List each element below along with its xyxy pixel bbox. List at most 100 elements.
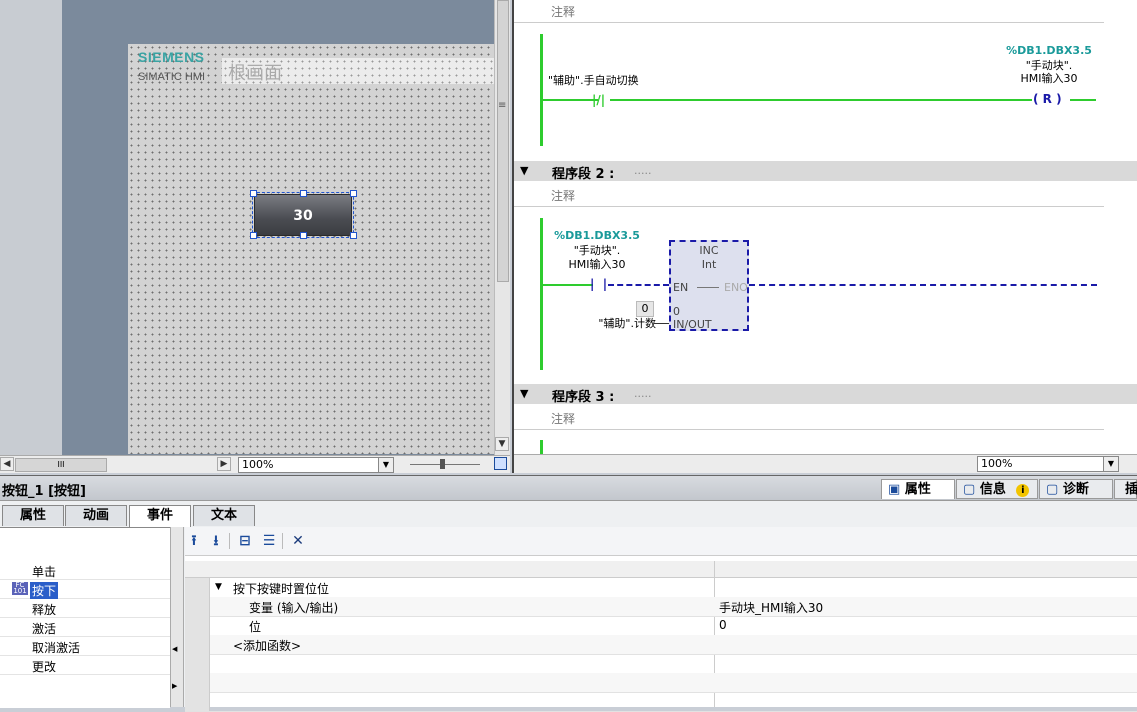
function-table-header [185, 561, 1137, 578]
event-deactivate[interactable]: 取消激活 [0, 637, 170, 656]
chevron-down-icon[interactable]: ▼ [1103, 457, 1118, 471]
zoom-slider-thumb[interactable] [440, 459, 445, 469]
fit-screen-icon[interactable] [494, 457, 507, 470]
function-param-row[interactable]: 变量 (输入/输出) 手动块_HMI输入30 [185, 597, 1137, 617]
wire [749, 284, 1097, 286]
no-contact[interactable]: | | [590, 277, 607, 291]
resize-handle-tl[interactable] [250, 190, 257, 197]
network2-comment[interactable]: 注释 [514, 184, 1104, 207]
resize-handle-b[interactable] [300, 232, 307, 239]
toolbar-separator [229, 533, 230, 549]
scroll-down-icon[interactable]: ▼ [495, 437, 509, 451]
add-function-row[interactable]: <添加函数> [185, 635, 1137, 655]
wire [543, 99, 598, 101]
tab-more[interactable]: 插 [1114, 479, 1137, 499]
segment2-dots: ..... [634, 164, 652, 177]
network1-comment[interactable]: 注释 [514, 0, 1104, 23]
segment2-title: 程序段 2 : [552, 167, 615, 182]
event-label: 释放 [32, 603, 57, 617]
row-gutter [185, 635, 210, 654]
resize-handle-tr[interactable] [350, 190, 357, 197]
empty-row [185, 673, 1137, 693]
event-activate[interactable]: 激活 [0, 618, 170, 637]
operand-tag[interactable]: "辅助".计数 [584, 317, 656, 330]
inout-pin: IN/OUT [673, 318, 712, 331]
operand-value: 0 [636, 301, 654, 317]
segment3-header[interactable]: ▼ 程序段 3 : ..... [514, 384, 1137, 405]
event-label: 取消激活 [32, 641, 81, 655]
function-row[interactable]: ▼ 按下按键时置位位 [185, 578, 1137, 598]
chevron-right-icon[interactable]: ▶ [172, 682, 177, 690]
chevron-left-icon[interactable]: ◀ [172, 645, 177, 653]
add-function[interactable]: <添加函数> [233, 637, 301, 654]
wire [610, 99, 1032, 101]
param-value[interactable]: 0 [719, 618, 727, 632]
inout-value: 0 [673, 305, 680, 318]
zoom-slider-track[interactable] [410, 464, 480, 465]
tab-info[interactable]: ▢ 信息 i [956, 479, 1038, 499]
function-list-icon[interactable]: ☰ [260, 532, 278, 550]
hmi-screen-header: SIEMENS SIMATIC HMI 根画面 [128, 44, 494, 84]
nc-contact[interactable]: |/| [592, 93, 605, 107]
event-click[interactable]: 单击 [0, 561, 170, 580]
hmi-button-1[interactable]: 30 [254, 194, 352, 236]
grip-icon: ≡ [498, 100, 507, 111]
row-gutter [185, 692, 210, 711]
empty-row [185, 692, 1137, 712]
event-change[interactable]: 更改 [0, 656, 170, 675]
param-value[interactable]: 手动块_HMI输入30 [719, 599, 823, 616]
delete-icon[interactable]: ✕ [289, 532, 307, 550]
tab-animation[interactable]: 动画 [65, 505, 127, 526]
tab-events[interactable]: 事件 [129, 505, 191, 527]
wire [543, 284, 593, 286]
insert-function-icon[interactable]: ⊟ [236, 532, 254, 550]
box-type[interactable]: Int [671, 258, 747, 271]
row-gutter [185, 673, 210, 692]
screen-title-field[interactable]: 根画面 [222, 58, 494, 84]
event-list: 单击 FC 101 按下 释放 激活 取消激活 更改 [0, 527, 170, 708]
info-badge-icon: i [1016, 484, 1030, 497]
resize-handle-t[interactable] [300, 190, 307, 197]
comment-label: 注释 [551, 412, 576, 426]
inc-instruction-box[interactable]: INC Int EN ENO 0 IN/OUT [669, 240, 749, 331]
collapse-caret-icon[interactable]: ▼ [520, 387, 528, 400]
scroll-right-icon[interactable]: ▶ [217, 457, 231, 471]
tab-attributes[interactable]: 属性 [2, 505, 64, 526]
row-gutter [185, 578, 210, 597]
hmi-screen-canvas[interactable]: SIEMENS SIMATIC HMI 根画面 30 [128, 44, 494, 454]
wire [1070, 99, 1096, 101]
hmi-vscroll-thumb[interactable] [497, 0, 509, 282]
network3-comment[interactable]: 注释 [514, 407, 1104, 430]
reset-coil[interactable]: ( R ) [1033, 92, 1062, 106]
segment2-header[interactable]: ▼ 程序段 2 : ..... [514, 161, 1137, 182]
properties-icon: ▣ [888, 482, 901, 497]
tab-texts[interactable]: 文本 [193, 505, 255, 526]
chevron-down-icon[interactable]: ▼ [378, 458, 393, 472]
collapse-caret-icon[interactable]: ▼ [520, 164, 528, 177]
scroll-left-icon[interactable]: ◀ [0, 457, 14, 471]
move-down-icon[interactable]: ⭳ [207, 532, 225, 550]
resize-handle-bl[interactable] [250, 232, 257, 239]
inspector-window: 按钮_1 [按钮] ▣ 属性 ▢ 信息 i ▢ 诊断 插 属性 动画 事件 文本… [0, 475, 1137, 712]
function-param-row[interactable]: 位 0 [185, 616, 1137, 636]
expand-caret-icon[interactable]: ▼ [215, 582, 222, 592]
event-label: 更改 [32, 660, 57, 674]
coil-tag-line2: HMI输入30 [1020, 72, 1078, 85]
diagnostics-icon: ▢ [1046, 482, 1059, 497]
event-press[interactable]: FC 101 按下 [0, 580, 170, 599]
ladder-zoom-select[interactable]: 100% ▼ [977, 456, 1119, 472]
hmi-zoom-select[interactable]: 100% ▼ [238, 457, 394, 473]
row-gutter [185, 597, 210, 616]
comment-label: 注释 [551, 189, 576, 203]
move-up-icon[interactable]: ⭱ [185, 532, 203, 550]
resize-handle-br[interactable] [350, 232, 357, 239]
coil-address: %DB1.DBX3.5 [1006, 44, 1092, 57]
inspector-title: 按钮_1 [按钮] [2, 484, 86, 499]
pin-line [697, 287, 719, 288]
tab-diagnostics[interactable]: ▢ 诊断 [1039, 479, 1113, 499]
hmi-vertical-scrollbar[interactable]: ≡ ▼ [494, 0, 510, 455]
hmi-hscroll-thumb[interactable]: III [15, 458, 107, 472]
tab-properties[interactable]: ▣ 属性 [881, 479, 955, 499]
panel-splitter[interactable]: ◀ ▶ [170, 527, 184, 707]
event-release[interactable]: 释放 [0, 599, 170, 618]
